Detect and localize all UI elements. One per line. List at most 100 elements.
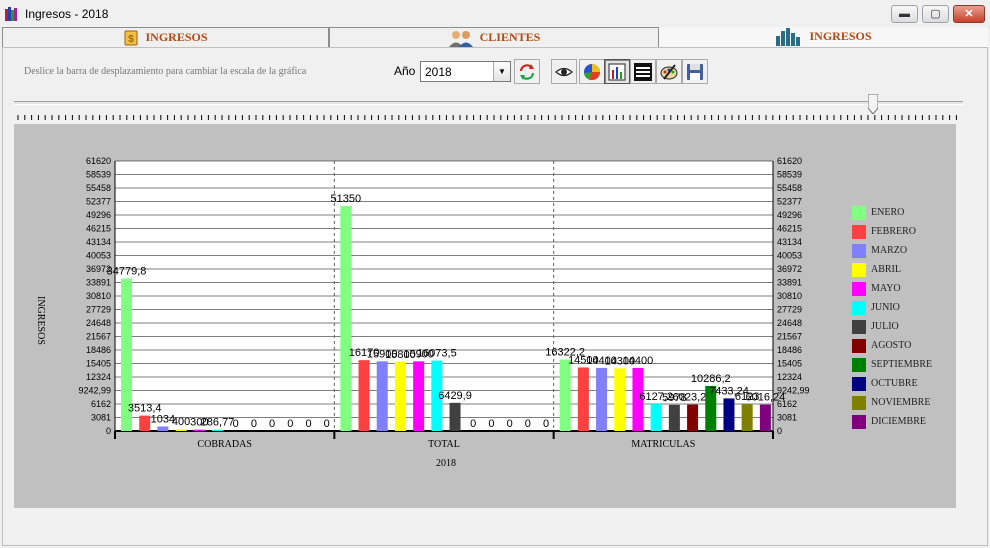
bar-value-label: 51350 xyxy=(331,193,362,205)
refresh-icon xyxy=(519,64,535,80)
lines-button[interactable] xyxy=(630,59,656,84)
y-tick-label-left: 49296 xyxy=(86,210,111,220)
legend-label: JULIO xyxy=(871,321,899,332)
save-icon xyxy=(687,64,703,80)
tab-label: INGRESOS xyxy=(809,29,872,43)
y-tick-label-right: 18486 xyxy=(777,345,802,355)
scale-slider-track[interactable] xyxy=(14,101,963,105)
bar-value-label: 34779,8 xyxy=(107,266,147,278)
y-tick-label-left: 33891 xyxy=(86,278,111,288)
y-tick-label-left: 30810 xyxy=(86,291,111,301)
x-axis-title: 2018 xyxy=(436,458,456,469)
y-tick-label-right: 27729 xyxy=(777,305,802,315)
bar-value-label: 0 xyxy=(507,418,513,430)
y-tick-label-right: 49296 xyxy=(777,210,802,220)
y-tick-label-left: 21567 xyxy=(86,332,111,342)
pie-chart-button[interactable] xyxy=(579,59,605,84)
chart-panel: 61620 61620 58539 58539 55458 55458 52377 52377… xyxy=(14,124,956,508)
y-tick-label-right: 52377 xyxy=(777,197,802,207)
y-tick-label-right: 61620 xyxy=(777,156,802,166)
bar xyxy=(157,426,169,431)
legend-label: NOVIEMBRE xyxy=(871,397,931,408)
close-button[interactable]: ✕ xyxy=(953,5,985,23)
tab-ingresos-chart[interactable]: INGRESOS xyxy=(659,27,988,47)
lines-icon xyxy=(634,63,652,81)
category-label: TOTAL xyxy=(428,439,460,450)
title-bar: Ingresos - 2018 ▬ ▢ ✕ xyxy=(0,0,990,28)
bar-value-label: 0 xyxy=(488,418,494,430)
y-axis-title: INGRESOS xyxy=(35,296,46,345)
bar xyxy=(559,359,571,431)
bar xyxy=(139,415,151,431)
bar-value-label: 0 xyxy=(287,418,293,430)
bar-chart-button[interactable] xyxy=(604,59,630,84)
y-tick-label-right: 36972 xyxy=(777,264,802,274)
bar-value-label: 0 xyxy=(251,418,257,430)
bar-chart: 61620 6162058539 5853955458 5545852377 52377… xyxy=(78,156,809,450)
legend-swatch xyxy=(852,301,866,315)
y-tick-label-left: 6162 xyxy=(91,399,111,409)
maximize-button[interactable]: ▢ xyxy=(922,5,949,23)
bar xyxy=(723,398,735,431)
y-tick-label-right: 58539 xyxy=(777,170,802,180)
refresh-button[interactable] xyxy=(514,59,540,84)
tab-bar: $ INGRESOS CLIENTES INGRESOS xyxy=(0,27,990,48)
legend-swatch xyxy=(852,225,866,239)
bar xyxy=(687,404,699,431)
window-title: Ingresos - 2018 xyxy=(25,7,109,21)
bar-value-label: 0 xyxy=(543,418,549,430)
users-icon xyxy=(448,31,473,48)
tab-label: CLIENTES xyxy=(479,30,541,44)
bar xyxy=(193,429,205,431)
bar-value-label: 6429,9 xyxy=(438,390,472,402)
palette-button[interactable] xyxy=(656,59,682,84)
bar-value-label: 10286,2 xyxy=(691,373,731,385)
legend-label: DICIEMBRE xyxy=(871,416,926,427)
y-tick-label-right: 21567 xyxy=(777,332,802,342)
bar xyxy=(577,367,589,431)
y-tick-label-right: 3081 xyxy=(777,413,797,423)
y-tick-label-left: 0 xyxy=(106,426,111,436)
bar-value-label: 0 xyxy=(525,418,531,430)
legend-swatch xyxy=(852,358,866,372)
y-tick-label-right: 12324 xyxy=(777,372,802,382)
bar xyxy=(340,206,352,431)
view-button[interactable] xyxy=(551,59,577,84)
y-tick-label-right: 24648 xyxy=(777,318,802,328)
svg-text:$: $ xyxy=(129,34,135,45)
y-tick-label-left: 3081 xyxy=(91,413,111,423)
bar-value-label: 0 xyxy=(233,418,239,430)
year-label: Año xyxy=(394,64,416,78)
y-tick-label-left: 9242,99 xyxy=(78,386,111,396)
pie-chart-icon xyxy=(584,64,601,81)
y-tick-label-right: 55458 xyxy=(777,183,802,193)
legend-swatch xyxy=(852,263,866,277)
y-tick-label-left: 61620 xyxy=(86,156,111,166)
y-tick-label-left: 24648 xyxy=(86,318,111,328)
y-tick-label-right: 30810 xyxy=(777,291,802,301)
bar-value-label: 0 xyxy=(324,418,330,430)
bar xyxy=(175,429,187,431)
category-label: MATRICULAS xyxy=(631,439,695,450)
save-button[interactable] xyxy=(682,59,708,84)
legend-swatch xyxy=(852,396,866,410)
tab-ingresos-list[interactable]: $ INGRESOS xyxy=(2,27,329,47)
year-select[interactable]: 2018 ▼ xyxy=(420,61,511,82)
bar-chart-icon xyxy=(608,63,626,81)
minimize-button[interactable]: ▬ xyxy=(891,5,918,23)
scale-slider-thumb[interactable] xyxy=(867,94,878,114)
money-bill-icon: $ xyxy=(124,30,138,46)
y-tick-label-right: 33891 xyxy=(777,278,802,288)
eye-icon xyxy=(555,67,573,77)
tab-clientes[interactable]: CLIENTES xyxy=(329,27,659,48)
bar-value-label: 0 xyxy=(470,418,476,430)
chevron-down-icon[interactable]: ▼ xyxy=(493,62,510,81)
bar-value-label: 16073,5 xyxy=(417,348,457,360)
y-tick-label-left: 55458 xyxy=(86,183,111,193)
scale-slider-ticks xyxy=(17,115,957,120)
legend-label: ABRIL xyxy=(871,264,901,275)
bar xyxy=(614,368,626,431)
slider-hint-text: Deslice la barra de desplazamiento para … xyxy=(24,66,307,77)
y-tick-label-right: 40053 xyxy=(777,251,802,261)
legend-label: ENERO xyxy=(871,207,905,218)
